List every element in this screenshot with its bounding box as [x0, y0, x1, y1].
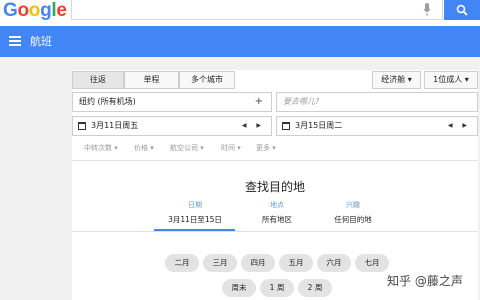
location-label: 地点 — [270, 201, 284, 209]
dates-value[interactable]: 3月11日至15日 — [155, 214, 235, 225]
logo-letter: G — [3, 0, 18, 21]
tab-one-way[interactable]: 单程 — [124, 71, 179, 89]
explore-title: 查找目的地 — [244, 180, 305, 194]
depart-date-field[interactable]: 3月11日周五 ◀ ▶ — [72, 116, 272, 136]
menu-icon[interactable] — [9, 36, 21, 46]
logo-letter: e — [56, 0, 67, 21]
origin-value: 纽约 (所有机场) — [79, 97, 136, 106]
logo-letter: o — [28, 0, 41, 21]
month-chip[interactable]: 四月 — [241, 254, 275, 272]
month-chip[interactable]: 二月 — [165, 254, 199, 272]
return-date-field[interactable]: 3月15日周二 ◀ ▶ — [276, 116, 478, 136]
location-value[interactable]: 所有地区 — [237, 214, 317, 225]
logo-letter: o — [17, 0, 29, 21]
destination-placeholder: 要去哪儿? — [283, 97, 320, 106]
duration-chip[interactable]: 2 周 — [298, 279, 332, 297]
filter-time[interactable]: 时间 ▾ — [221, 143, 241, 153]
google-topbar: Google — [0, 0, 480, 26]
watermark: 知乎 @藤之声 — [387, 274, 463, 288]
flights-appbar: 航班 — [0, 26, 480, 57]
destination-field[interactable]: 要去哪儿? — [276, 92, 478, 112]
duration-chip[interactable]: 周末 — [222, 279, 256, 297]
divider — [72, 160, 478, 161]
filter-airline[interactable]: 航空公司 ▾ — [170, 143, 204, 153]
duration-chip[interactable]: 1 周 — [260, 279, 294, 297]
mic-icon[interactable] — [423, 3, 431, 17]
logo-letter: g — [40, 0, 52, 21]
return-date-value: 3月15日周二 — [295, 121, 343, 130]
google-search-input[interactable] — [71, 0, 443, 20]
cabin-class-select[interactable]: 经济舱 ▾ — [372, 71, 421, 89]
month-chip[interactable]: 七月 — [355, 254, 389, 272]
filter-more[interactable]: 更多 ▾ — [256, 143, 276, 153]
depart-date-arrows[interactable]: ◀ ▶ — [242, 117, 265, 135]
interest-label: 兴趣 — [346, 201, 360, 209]
add-origin-icon[interactable]: + — [255, 93, 263, 111]
dates-label: 日期 — [188, 201, 202, 209]
tab-round-trip[interactable]: 往返 — [72, 71, 124, 89]
search-button[interactable] — [444, 0, 480, 20]
month-chip[interactable]: 六月 — [317, 254, 351, 272]
origin-field[interactable]: 纽约 (所有机场) + — [72, 92, 272, 112]
passengers-select[interactable]: 1位成人 ▾ — [424, 71, 478, 89]
divider — [72, 231, 478, 232]
tab-multi-city[interactable]: 多个城市 — [179, 71, 235, 89]
month-chip[interactable]: 五月 — [279, 254, 313, 272]
page-title: 航班 — [30, 35, 52, 48]
filter-price[interactable]: 价格 ▾ — [134, 143, 154, 153]
google-logo[interactable]: Google — [3, 0, 67, 22]
filter-stops[interactable]: 中转次数 ▾ — [84, 143, 118, 153]
calendar-icon — [78, 122, 86, 130]
interest-value[interactable]: 任何目的地 — [313, 214, 393, 225]
calendar-icon — [282, 122, 290, 130]
month-chip[interactable]: 三月 — [203, 254, 237, 272]
depart-date-value: 3月11日周五 — [91, 121, 139, 130]
search-icon — [456, 4, 468, 16]
return-date-arrows[interactable]: ◀ ▶ — [448, 117, 471, 135]
